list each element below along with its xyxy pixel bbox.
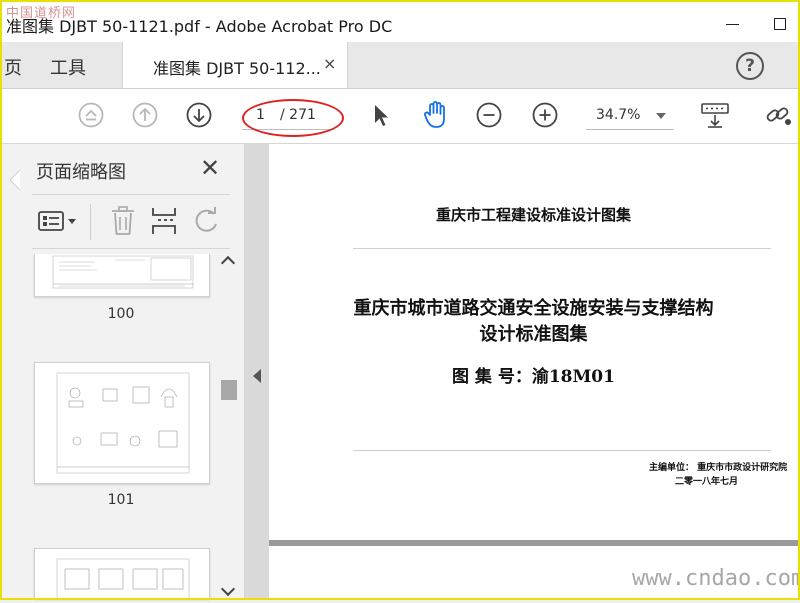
zoom-out-icon[interactable] xyxy=(476,102,502,128)
delete-page-icon[interactable] xyxy=(110,206,136,236)
doc-atlas-number: 图 集 号：渝18M01 xyxy=(452,367,615,387)
toolbar: 1 / 271 34.7% xyxy=(2,89,798,144)
divider xyxy=(353,248,771,249)
thumbnails-scrollbar[interactable] xyxy=(220,254,238,598)
doc-title-line2: 设计标准图集 xyxy=(479,324,588,345)
page-thumbnails-panel: 页面缩略图 ✕ 100 101 xyxy=(2,144,245,600)
minimize-button[interactable] xyxy=(720,10,748,34)
thumbnail-options-icon[interactable] xyxy=(38,210,78,234)
pdf-page: 重庆市工程建设标准设计图集 重庆市城市道路交通安全设施安装与支撑结构 设计标准图… xyxy=(269,144,798,540)
help-icon[interactable]: ? xyxy=(736,52,764,80)
tab-document-label: 准图集 DJBT 50-112... xyxy=(153,59,321,78)
prev-page-icon[interactable] xyxy=(132,102,158,128)
divider xyxy=(32,248,230,249)
thumbnail-preview xyxy=(56,558,190,600)
tab-bar: 页 工具 准图集 DJBT 50-112... × ? xyxy=(2,42,798,89)
doc-editor: 主编单位： 重庆市市政设计研究院 xyxy=(649,463,788,473)
divider xyxy=(353,450,771,451)
page-display-icon[interactable] xyxy=(700,102,730,128)
maximize-button[interactable] xyxy=(772,10,800,34)
panel-toolbar xyxy=(32,200,232,244)
doc-date: 二零一八年七月 xyxy=(675,477,739,487)
tab-tools[interactable]: 工具 xyxy=(50,54,86,80)
collapse-panel-icon[interactable] xyxy=(253,369,261,383)
close-tab-icon[interactable]: × xyxy=(323,54,336,73)
panel-pointer-icon xyxy=(10,170,20,190)
doc-title-line1: 重庆市城市道路交通安全设施安装与支撑结构 xyxy=(353,298,714,319)
zoom-dropdown[interactable]: 34.7% xyxy=(586,103,674,130)
tab-home[interactable]: 页 xyxy=(4,54,22,80)
rotate-page-icon[interactable] xyxy=(192,206,222,236)
zoom-value: 34.7% xyxy=(596,107,641,123)
page-thumbnail[interactable] xyxy=(34,548,210,600)
select-arrow-icon[interactable] xyxy=(368,102,394,128)
scroll-down-icon[interactable] xyxy=(220,581,236,597)
hand-tool-icon[interactable] xyxy=(422,100,450,130)
doc-header: 重庆市工程建设标准设计图集 xyxy=(435,206,631,224)
title-bar: 中国道桥网 准图集 DJBT 50-1121.pdf - Adobe Acrob… xyxy=(2,2,798,42)
thumbnail-preview xyxy=(56,372,190,474)
divider xyxy=(32,194,230,195)
insert-page-icon[interactable] xyxy=(150,206,178,236)
page-thumbnail[interactable] xyxy=(34,362,210,484)
thumbnail-preview xyxy=(52,255,194,289)
divider xyxy=(90,204,91,240)
zoom-in-icon[interactable] xyxy=(532,102,558,128)
page-thumbnail[interactable] xyxy=(34,254,210,297)
window-title: 准图集 DJBT 50-1121.pdf - Adobe Acrobat Pro… xyxy=(6,17,393,36)
chevron-down-icon xyxy=(656,113,666,119)
tab-document[interactable]: 准图集 DJBT 50-112... × xyxy=(122,42,348,88)
close-icon[interactable]: ✕ xyxy=(200,154,220,182)
thumbnail-label: 100 xyxy=(107,306,135,322)
watermark-bottom: www.cndao.com xyxy=(632,566,800,591)
share-link-icon[interactable] xyxy=(764,102,794,128)
highlight-annotation xyxy=(242,99,344,137)
next-page-icon[interactable] xyxy=(186,102,212,128)
scroll-thumb[interactable] xyxy=(221,380,237,400)
thumbnail-label: 101 xyxy=(107,492,135,508)
document-view: 重庆市工程建设标准设计图集 重庆市城市道路交通安全设施安装与支撑结构 设计标准图… xyxy=(245,144,798,598)
scroll-up-icon[interactable] xyxy=(220,255,236,271)
first-page-icon[interactable] xyxy=(78,102,104,128)
panel-title: 页面缩略图 xyxy=(36,162,126,183)
